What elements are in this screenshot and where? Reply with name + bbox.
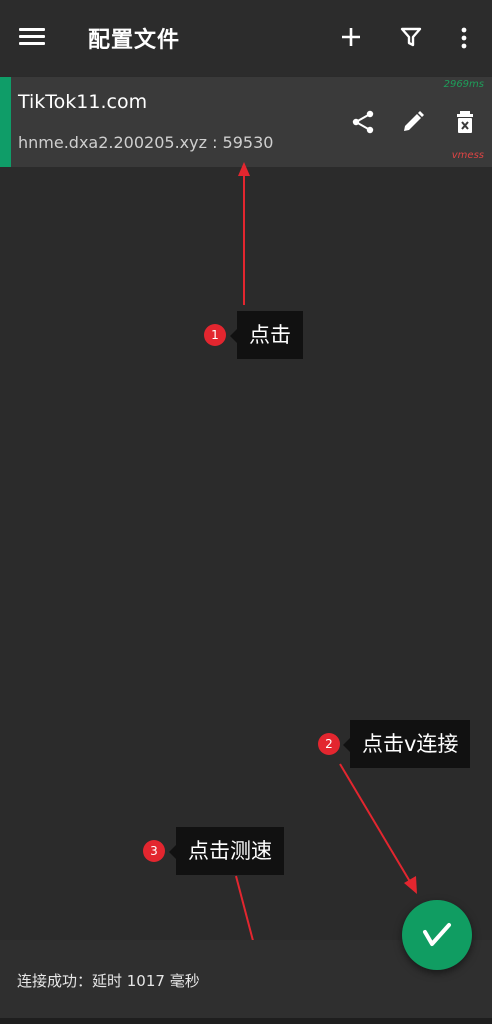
annotation-badge-3: 3 [143, 840, 165, 862]
nav-bar-edge [0, 1018, 492, 1024]
connect-fab-button[interactable] [402, 900, 472, 970]
annotation-tooltip-1: 点击 [230, 311, 303, 359]
annotation-badge-1: 1 [204, 324, 226, 346]
status-text: 连接成功：延时 1017 毫秒 [17, 972, 200, 990]
annotation-badge-2: 2 [318, 733, 340, 755]
v-logo-icon [423, 923, 451, 946]
annotation-tooltip-2: 点击v连接 [342, 720, 471, 768]
annotation-tooltip-3: 点击测速 [169, 827, 284, 875]
